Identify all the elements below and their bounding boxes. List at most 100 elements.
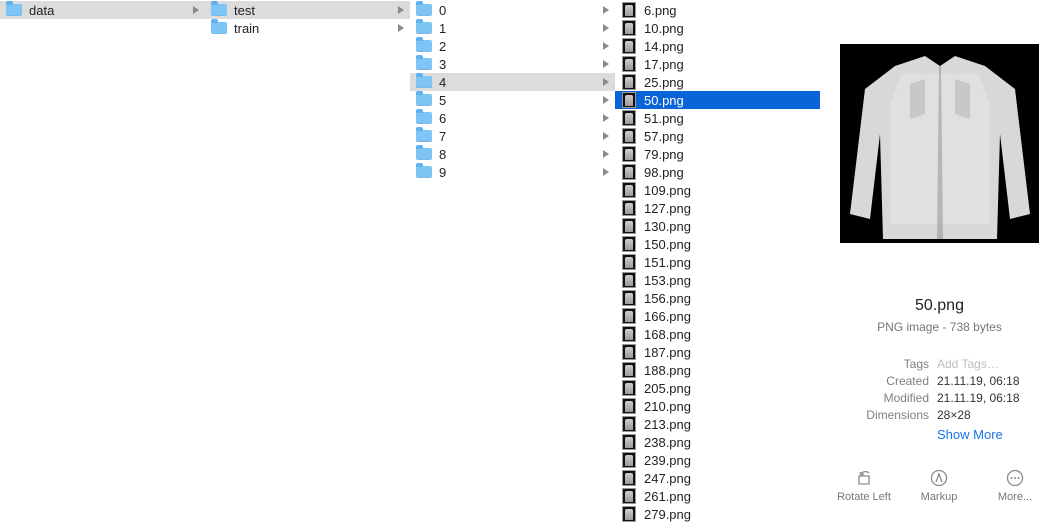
folder-row[interactable]: 5 <box>410 91 615 109</box>
file-row[interactable]: 188.png <box>615 361 820 379</box>
file-row[interactable]: 130.png <box>615 217 820 235</box>
file-name: 166.png <box>644 308 691 324</box>
folder-icon <box>416 73 432 88</box>
folder-row[interactable]: 4 <box>410 73 615 91</box>
file-name: 14.png <box>644 38 684 54</box>
folder-name: 1 <box>439 20 447 36</box>
image-file-icon <box>622 128 636 144</box>
file-row[interactable]: 279.png <box>615 505 820 523</box>
meta-label: Tags <box>903 357 929 371</box>
more-button[interactable]: More... <box>975 469 1055 503</box>
file-row[interactable]: 98.png <box>615 163 820 181</box>
image-file-icon <box>622 182 636 198</box>
file-row[interactable]: 168.png <box>615 325 820 343</box>
file-row[interactable]: 25.png <box>615 73 820 91</box>
rotate-left-button[interactable]: Rotate Left <box>824 469 904 503</box>
file-row[interactable]: 210.png <box>615 397 820 415</box>
column-level-3[interactable]: 0 1 2 3 4 5 6 7 8 9 <box>410 0 616 527</box>
folder-row[interactable]: 1 <box>410 19 615 37</box>
file-row[interactable]: 239.png <box>615 451 820 469</box>
image-file-icon <box>622 380 636 396</box>
folder-name: 6 <box>439 110 447 126</box>
folder-row[interactable]: 3 <box>410 55 615 73</box>
file-row[interactable]: 213.png <box>615 415 820 433</box>
file-row[interactable]: 261.png <box>615 487 820 505</box>
file-name: 109.png <box>644 182 691 198</box>
file-row[interactable]: 127.png <box>615 199 820 217</box>
chevron-right-icon <box>603 168 609 176</box>
folder-name: test <box>234 2 255 18</box>
folder-row[interactable]: test <box>205 1 410 19</box>
folder-row[interactable]: data <box>0 1 205 19</box>
file-name: 168.png <box>644 326 691 342</box>
image-file-icon <box>622 308 636 324</box>
folder-icon <box>416 37 432 52</box>
file-row[interactable]: 166.png <box>615 307 820 325</box>
folder-name: 0 <box>439 2 447 18</box>
column-level-2[interactable]: test train <box>205 0 411 527</box>
file-row[interactable]: 51.png <box>615 109 820 127</box>
folder-row[interactable]: 7 <box>410 127 615 145</box>
file-row[interactable]: 238.png <box>615 433 820 451</box>
folder-row[interactable]: 9 <box>410 163 615 181</box>
folder-icon <box>416 163 432 178</box>
folder-row[interactable]: 6 <box>410 109 615 127</box>
column-level-1[interactable]: data <box>0 0 206 527</box>
chevron-right-icon <box>398 24 404 32</box>
file-name: 51.png <box>644 110 684 126</box>
column-level-4[interactable]: 6.png 10.png 14.png 17.png 25.png 50.png 51.pn… <box>615 0 821 527</box>
file-name: 210.png <box>644 398 691 414</box>
meta-value: 21.11.19, 06:18 <box>937 374 1020 388</box>
folder-icon <box>416 127 432 142</box>
image-file-icon <box>622 164 636 180</box>
chevron-right-icon <box>603 150 609 158</box>
file-row[interactable]: 10.png <box>615 19 820 37</box>
meta-created-row: Created 21.11.19, 06:18 <box>820 374 1059 391</box>
folder-name: 5 <box>439 92 447 108</box>
file-name: 17.png <box>644 56 684 72</box>
file-row[interactable]: 50.png <box>615 91 820 109</box>
more-label: More... <box>997 491 1033 503</box>
image-file-icon <box>622 470 636 486</box>
folder-row[interactable]: train <box>205 19 410 37</box>
folder-name: 2 <box>439 38 447 54</box>
file-row[interactable]: 205.png <box>615 379 820 397</box>
markup-icon <box>930 469 948 487</box>
file-row[interactable]: 187.png <box>615 343 820 361</box>
file-name: 247.png <box>644 470 691 486</box>
folder-name: train <box>234 20 260 36</box>
image-file-icon <box>622 146 636 162</box>
image-file-icon <box>622 452 636 468</box>
meta-label: Dimensions <box>866 408 929 422</box>
markup-label: Markup <box>920 491 958 503</box>
folder-icon <box>416 55 432 70</box>
file-name: 238.png <box>644 434 691 450</box>
file-row[interactable]: 151.png <box>615 253 820 271</box>
markup-button[interactable]: Markup <box>899 469 979 503</box>
file-row[interactable]: 109.png <box>615 181 820 199</box>
file-name: 25.png <box>644 74 684 90</box>
folder-icon <box>211 1 227 16</box>
show-more-link[interactable]: Show More <box>937 427 1003 442</box>
file-row[interactable]: 57.png <box>615 127 820 145</box>
file-row[interactable]: 153.png <box>615 271 820 289</box>
file-row[interactable]: 17.png <box>615 55 820 73</box>
file-row[interactable]: 14.png <box>615 37 820 55</box>
file-row[interactable]: 247.png <box>615 469 820 487</box>
folder-name: 9 <box>439 164 447 180</box>
folder-name: 8 <box>439 146 447 162</box>
file-row[interactable]: 156.png <box>615 289 820 307</box>
image-file-icon <box>622 218 636 234</box>
image-file-icon <box>622 254 636 270</box>
add-tags-field[interactable]: Add Tags… <box>937 357 999 371</box>
file-row[interactable]: 150.png <box>615 235 820 253</box>
file-row[interactable]: 6.png <box>615 1 820 19</box>
folder-row[interactable]: 2 <box>410 37 615 55</box>
file-row[interactable]: 79.png <box>615 145 820 163</box>
folder-row[interactable]: 8 <box>410 145 615 163</box>
file-name: 10.png <box>644 20 684 36</box>
image-file-icon <box>622 416 636 432</box>
file-name: 79.png <box>644 146 684 162</box>
folder-row[interactable]: 0 <box>410 1 615 19</box>
image-file-icon <box>622 344 636 360</box>
